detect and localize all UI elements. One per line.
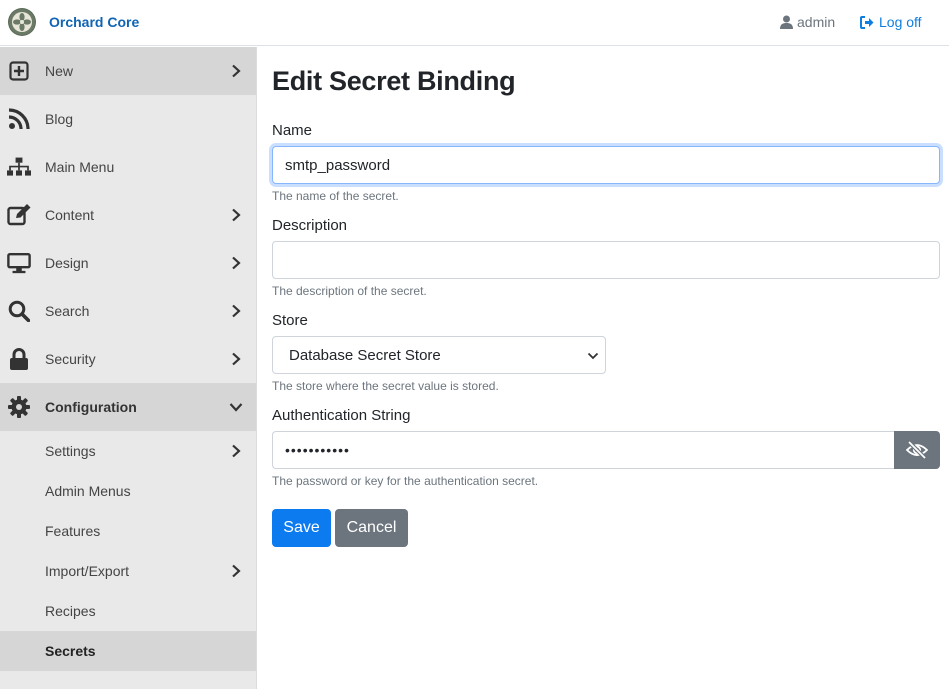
- chevron-down-icon: [229, 403, 243, 412]
- sidebar-subitem-recipes[interactable]: Recipes: [0, 591, 256, 631]
- store-selected-value: Database Secret Store: [289, 346, 441, 364]
- name-label: Name: [272, 122, 313, 139]
- sidebar-subitem-label: Settings: [45, 443, 96, 459]
- chevron-right-icon: [232, 444, 241, 458]
- sidebar-subitem-settings[interactable]: Settings: [0, 431, 256, 471]
- sidebar-item-blog[interactable]: Blog: [0, 95, 256, 143]
- main-content: Edit Secret Binding Name smtp_password T…: [272, 60, 940, 547]
- sidebar-item-label: New: [45, 63, 74, 79]
- store-select[interactable]: Database Secret Store: [272, 336, 606, 374]
- chevron-right-icon: [232, 208, 241, 222]
- sidebar-subitem-features[interactable]: Features: [0, 511, 256, 551]
- sidebar-item-security[interactable]: Security: [0, 335, 256, 383]
- plus-square-icon: [7, 59, 31, 83]
- chevron-down-icon: [587, 352, 599, 360]
- user-name: admin: [797, 14, 836, 30]
- description-input[interactable]: [272, 241, 940, 279]
- toggle-password-button[interactable]: [894, 431, 940, 469]
- description-label: Description: [272, 217, 348, 234]
- desktop-icon: [7, 251, 31, 275]
- lock-icon: [7, 347, 31, 371]
- sidebar-subitem-label: Features: [45, 523, 101, 539]
- sidebar-item-label: Design: [45, 255, 89, 271]
- eye-slash-icon: [906, 441, 928, 459]
- orchard-logo-icon: [8, 8, 36, 36]
- store-label: Store: [272, 312, 308, 329]
- sidebar-item-label: Search: [45, 303, 90, 319]
- sidebar-item-new[interactable]: New: [0, 47, 256, 95]
- auth-label: Authentication String: [272, 407, 411, 424]
- edit-icon: [7, 203, 31, 227]
- brand-link[interactable]: Orchard Core: [8, 8, 139, 36]
- sidebar-item-main-menu[interactable]: Main Menu: [0, 143, 256, 191]
- name-hint: The name of the secret.: [272, 189, 399, 203]
- sitemap-icon: [7, 155, 31, 179]
- sidebar-item-design[interactable]: Design: [0, 239, 256, 287]
- rss-icon: [7, 107, 31, 131]
- chevron-right-icon: [232, 64, 241, 78]
- chevron-right-icon: [232, 352, 241, 366]
- sidebar-item-label: Configuration: [45, 399, 137, 415]
- auth-password-input[interactable]: •••••••••••: [272, 431, 894, 469]
- sidebar-item-content[interactable]: Content: [0, 191, 256, 239]
- sidebar-item-label: Main Menu: [45, 159, 115, 175]
- admin-sidebar: New Blog Main Menu Content Design Search: [0, 47, 257, 689]
- sidebar-item-label: Content: [45, 207, 95, 223]
- brand-name[interactable]: Orchard Core: [49, 14, 139, 30]
- sidebar-subitem-label: Secrets: [45, 643, 96, 659]
- sidebar-subitem-label: Import/Export: [45, 563, 130, 579]
- cancel-button[interactable]: Cancel: [335, 509, 408, 547]
- auth-hint: The password or key for the authenticati…: [272, 474, 539, 488]
- sidebar-item-search[interactable]: Search: [0, 287, 256, 335]
- top-navbar: Orchard Core admin Log off: [0, 0, 949, 46]
- sidebar-subitem-import-export[interactable]: Import/Export: [0, 551, 256, 591]
- sidebar-subitem-secrets[interactable]: Secrets: [0, 631, 256, 671]
- chevron-right-icon: [232, 564, 241, 578]
- sign-out-icon: [860, 15, 874, 29]
- save-button[interactable]: Save: [272, 509, 331, 547]
- sidebar-subitem-admin-menus[interactable]: Admin Menus: [0, 471, 256, 511]
- user-menu[interactable]: admin: [780, 14, 835, 30]
- user-icon: [780, 15, 793, 29]
- sidebar-item-label: Blog: [45, 111, 74, 127]
- logoff-link[interactable]: Log off: [860, 14, 922, 30]
- description-hint: The description of the secret.: [272, 284, 427, 298]
- sidebar-subitem-label: Recipes: [45, 603, 96, 619]
- logoff-label: Log off: [879, 14, 922, 30]
- chevron-right-icon: [232, 304, 241, 318]
- cog-icon: [7, 395, 31, 419]
- form-actions: Save Cancel: [272, 509, 940, 547]
- sidebar-item-label: Security: [45, 351, 96, 367]
- page-title: Edit Secret Binding: [272, 66, 516, 96]
- store-hint: The store where the secret value is stor…: [272, 379, 499, 393]
- name-input[interactable]: smtp_password: [272, 146, 940, 184]
- sidebar-item-configuration[interactable]: Configuration: [0, 383, 256, 431]
- chevron-right-icon: [232, 256, 241, 270]
- search-icon: [7, 299, 31, 323]
- sidebar-subitem-label: Admin Menus: [45, 483, 131, 499]
- auth-input-group: •••••••••••: [272, 431, 940, 469]
